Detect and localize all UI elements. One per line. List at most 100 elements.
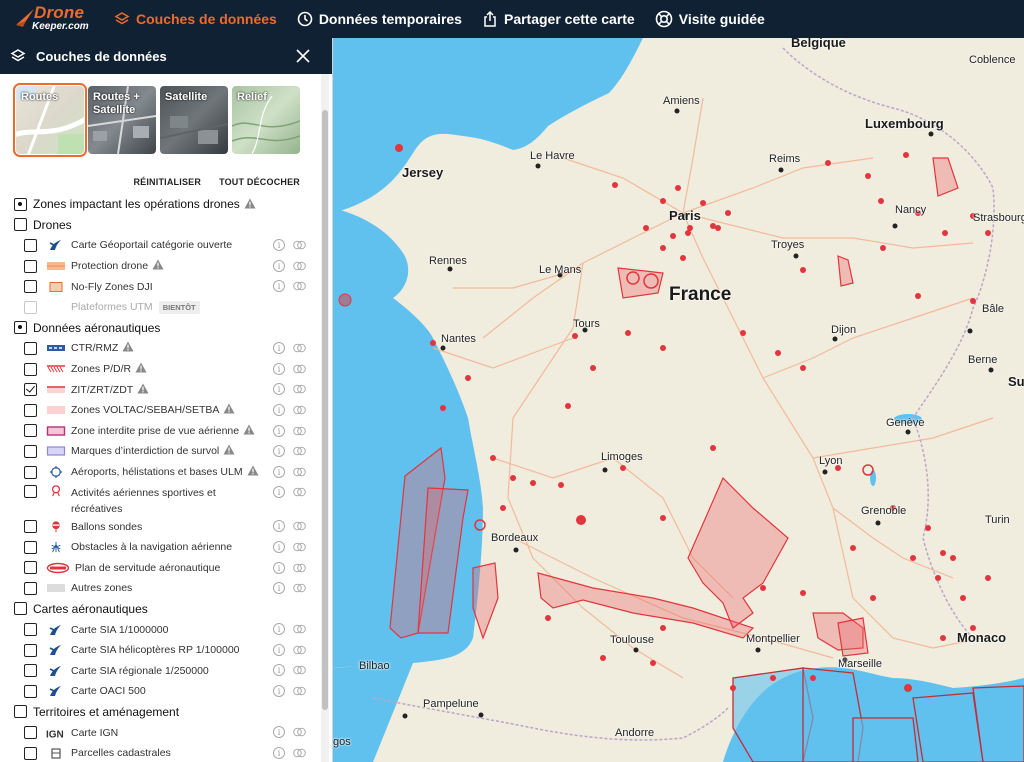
opacity-icon[interactable] [293, 623, 306, 635]
info-icon[interactable]: i [273, 445, 285, 458]
info-icon[interactable]: i [273, 664, 285, 677]
layer-sia-regional[interactable]: Carte SIA régionale 1/250000 i [0, 660, 320, 681]
opacity-icon[interactable] [293, 747, 306, 759]
opacity-icon[interactable] [293, 664, 306, 676]
basemap-routes[interactable]: Routes [13, 83, 87, 157]
info-icon[interactable]: i [273, 685, 285, 698]
section-aeronautical-charts[interactable]: Cartes aéronautiques [0, 599, 320, 620]
info-icon[interactable]: i [273, 424, 285, 437]
opacity-icon[interactable] [293, 726, 306, 738]
info-icon[interactable]: i [273, 623, 285, 636]
layer-checkbox[interactable] [24, 581, 37, 595]
layer-checkbox[interactable] [24, 362, 37, 376]
layer-oaci-500[interactable]: Carte OACI 500 i [0, 681, 320, 702]
close-icon[interactable] [294, 47, 312, 65]
basemap-routes-satellite[interactable]: Routes + Satellite [88, 86, 156, 154]
section-checkbox[interactable] [14, 218, 27, 232]
opacity-icon[interactable] [293, 363, 306, 375]
section-checkbox[interactable] [14, 602, 27, 616]
info-icon[interactable]: i [273, 540, 285, 553]
uncheck-all-button[interactable]: TOUT DÉCOCHER [219, 177, 300, 187]
map-view[interactable]: Belgique Coblence Amiens Luxembourg Jers… [333, 38, 1024, 762]
layer-zones-pdr[interactable]: Zones P/D/R i [0, 359, 320, 380]
layer-navigation-obstacles[interactable]: Obstacles à la navigation aérienne i [0, 537, 320, 558]
layer-checkbox[interactable] [24, 540, 37, 554]
layer-checkbox[interactable] [24, 561, 37, 575]
layer-checkbox[interactable] [24, 746, 37, 760]
layer-zit-zrt-zdt[interactable]: ZIT/ZRT/ZDT i [0, 379, 320, 400]
opacity-icon[interactable] [293, 520, 306, 532]
basemap-relief[interactable]: Relief [232, 86, 300, 154]
info-icon[interactable]: i [273, 280, 285, 293]
layer-checkbox[interactable] [24, 485, 37, 499]
layer-voltac-sebah-setba[interactable]: Zones VOLTAC/SEBAH/SETBA i [0, 400, 320, 421]
opacity-icon[interactable] [293, 239, 306, 251]
layer-weather-balloons[interactable]: Ballons sondes i [0, 516, 320, 537]
layer-checkbox[interactable] [24, 341, 37, 355]
info-icon[interactable]: i [273, 746, 285, 759]
layer-ign-map[interactable]: IGN Carte IGN i [0, 722, 320, 743]
info-icon[interactable]: i [273, 403, 285, 416]
info-icon[interactable]: i [273, 582, 285, 595]
panel-scrollbar[interactable] [321, 74, 329, 762]
info-icon[interactable]: i [273, 486, 285, 499]
section-drone-impact-zones[interactable]: Zones impactant les opérations drones [0, 194, 320, 215]
opacity-icon[interactable] [293, 425, 306, 437]
layer-checkbox[interactable] [24, 424, 37, 438]
nav-guided-tour[interactable]: Visite guidée [645, 0, 775, 38]
info-icon[interactable]: i [273, 239, 285, 252]
layer-checkbox[interactable] [24, 623, 37, 637]
opacity-icon[interactable] [293, 486, 306, 498]
opacity-icon[interactable] [293, 582, 306, 594]
layer-checkbox[interactable] [24, 259, 37, 273]
basemap-satellite[interactable]: Satellite [160, 86, 228, 154]
section-aeronautical-data[interactable]: Données aéronautiques [0, 318, 320, 339]
nav-layers[interactable]: Couches de données [104, 0, 287, 38]
dronekeeper-logo[interactable]: Drone Keeper.com [0, 0, 104, 38]
scrollbar-thumb[interactable] [322, 110, 328, 710]
section-checkbox[interactable] [14, 705, 27, 719]
opacity-icon[interactable] [293, 541, 306, 553]
layer-geoportail-open-category[interactable]: Carte Géoportail catégorie ouverte i [0, 235, 320, 256]
info-icon[interactable]: i [273, 383, 285, 396]
layer-checkbox[interactable] [24, 520, 37, 534]
layer-dji-no-fly[interactable]: No-Fly Zones DJI i [0, 276, 320, 297]
layer-ctr-rmz[interactable]: CTR/RMZ i [0, 338, 320, 359]
layer-other-zones[interactable]: Autres zones i [0, 578, 320, 599]
nav-share-map[interactable]: Partager cette carte [472, 0, 645, 38]
opacity-icon[interactable] [293, 685, 306, 697]
layer-airports-heliports[interactable]: Aéroports, hélistations et bases ULM i [0, 462, 320, 483]
info-icon[interactable]: i [273, 643, 285, 656]
map-canvas[interactable] [333, 38, 1024, 762]
opacity-icon[interactable] [293, 383, 306, 395]
opacity-icon[interactable] [293, 445, 306, 457]
nav-temporary-data[interactable]: Données temporaires [287, 0, 472, 38]
layer-checkbox[interactable] [24, 726, 37, 740]
layer-sia-1000000[interactable]: Carte SIA 1/1000000 i [0, 619, 320, 640]
info-icon[interactable]: i [273, 465, 285, 478]
layer-checkbox[interactable] [24, 238, 37, 252]
layer-aeronautical-easement-plan[interactable]: Plan de servitude aéronautique i [0, 558, 320, 579]
opacity-icon[interactable] [293, 342, 306, 354]
info-icon[interactable]: i [273, 342, 285, 355]
layer-cadastral-parcels[interactable]: Parcelles cadastrales i [0, 743, 320, 762]
layer-checkbox[interactable] [24, 280, 37, 294]
layer-checkbox[interactable] [24, 684, 37, 698]
layer-no-aerial-photo-zone[interactable]: Zone interdite prise de vue aérienne i [0, 421, 320, 442]
opacity-icon[interactable] [293, 404, 306, 416]
opacity-icon[interactable] [293, 280, 306, 292]
opacity-icon[interactable] [293, 644, 306, 656]
layer-checkbox[interactable] [24, 664, 37, 678]
layer-checkbox[interactable] [24, 444, 37, 458]
layer-overflight-ban-marks[interactable]: Marques d’interdiction de survol i [0, 441, 320, 462]
opacity-icon[interactable] [293, 466, 306, 478]
layer-drone-protection[interactable]: Protection drone i [0, 256, 320, 277]
info-icon[interactable]: i [273, 561, 285, 574]
layer-sia-helicopters[interactable]: Carte SIA hélicoptères RP 1/100000 i [0, 640, 320, 661]
layer-sport-recreational-activities[interactable]: Activités aériennes sportives et récréat… [0, 482, 320, 516]
layer-checkbox[interactable] [24, 403, 37, 417]
info-icon[interactable]: i [273, 362, 285, 375]
layer-checkbox[interactable] [24, 383, 37, 397]
section-checkbox[interactable] [14, 197, 27, 211]
section-checkbox[interactable] [14, 321, 27, 335]
